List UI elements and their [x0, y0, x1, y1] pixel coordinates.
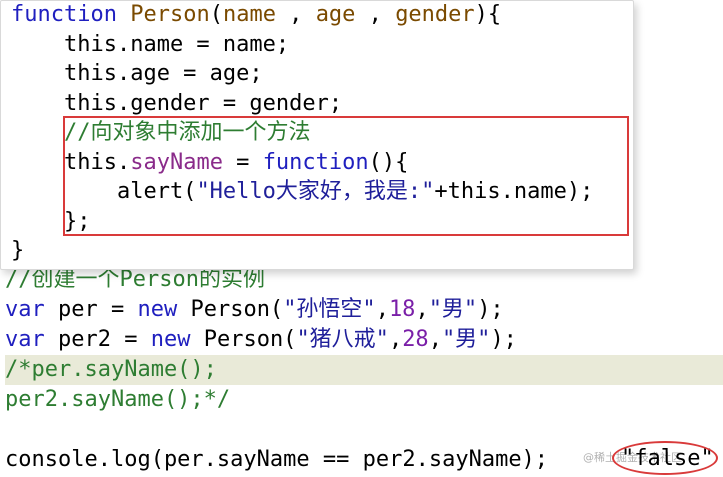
code-token: this.age = age;: [11, 61, 263, 86]
popup-code-line: }: [11, 236, 24, 266]
code-token: var: [5, 297, 45, 322]
code-token: "男": [428, 297, 478, 322]
code-token: "男": [441, 327, 491, 352]
code-token: function: [11, 2, 117, 27]
code-token: ,: [388, 327, 403, 352]
code-token: console.log(per.sayName == per2.sayName)…: [5, 447, 549, 472]
code-token: new: [150, 327, 191, 352]
code-token: ,: [375, 297, 389, 322]
code-token: var: [5, 327, 45, 352]
code-token: /*per.sayName();: [5, 357, 217, 382]
code-token: ,: [415, 297, 429, 322]
code-token: ,: [355, 2, 396, 27]
code-token: 28: [402, 327, 429, 352]
code-token: name: [222, 2, 276, 27]
code-token: per =: [44, 297, 138, 322]
code-token: Person(: [177, 297, 284, 322]
code-token: gender: [395, 2, 475, 27]
code-token: age: [315, 2, 356, 27]
code-token: );: [490, 327, 517, 352]
editor-code-line: /*per.sayName();: [5, 355, 723, 385]
code-token: );: [477, 297, 504, 322]
popup-code-line: this.age = age;: [11, 59, 263, 89]
code-token: this.gender = gender;: [11, 90, 343, 116]
code-token: this.name = name;: [11, 31, 290, 57]
editor-code-line: console.log(per.sayName == per2.sayName)…: [5, 445, 548, 475]
code-token: "猪八戒": [296, 327, 389, 352]
code-token: }: [11, 238, 25, 263]
editor-code-line: var per2 = new Person("猪八戒",28,"男");: [5, 325, 517, 355]
code-token: Person(: [190, 327, 297, 352]
editor-code-line: var per = new Person("孙悟空",18,"男");: [5, 295, 504, 325]
code-token: //创建一个Person的实例: [5, 267, 265, 292]
code-token: Person: [130, 2, 210, 27]
code-token: new: [137, 297, 178, 322]
popup-code-line: this.name = name;: [11, 30, 289, 60]
code-token: ,: [428, 327, 442, 352]
code-token: per2.sayName();*/: [5, 387, 231, 412]
code-token: 18: [388, 297, 416, 322]
popup-code-line: this.gender = gender;: [11, 89, 342, 119]
code-token: (: [209, 2, 223, 27]
code-token: ){: [474, 2, 502, 27]
code-token: per2 =: [44, 327, 151, 352]
result-highlight-ellipse: [612, 441, 718, 475]
method-highlight-box: [63, 116, 629, 236]
screenshot-stage: //创建一个Person的实例 var per = new Person("孙悟空…: [0, 0, 723, 477]
code-token: ,: [275, 2, 316, 27]
popup-code-line: function Person(name , age , gender){: [11, 0, 501, 30]
editor-code-line: per2.sayName();*/: [5, 385, 230, 415]
code-token: "孙悟空": [283, 297, 376, 322]
